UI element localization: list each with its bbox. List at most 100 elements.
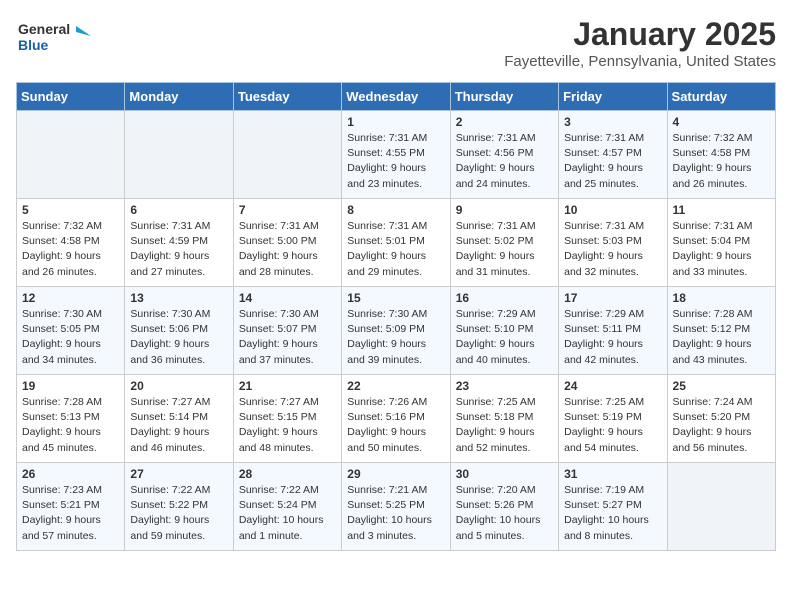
calendar-cell: 21 Sunrise: 7:27 AM Sunset: 5:15 PM Dayli… bbox=[233, 375, 341, 463]
day-number: 3 bbox=[564, 115, 661, 129]
calendar-cell: 17 Sunrise: 7:29 AM Sunset: 5:11 PM Dayli… bbox=[559, 287, 667, 375]
day-info: Sunrise: 7:31 AM Sunset: 5:01 PM Dayligh… bbox=[347, 219, 444, 280]
calendar-cell: 11 Sunrise: 7:31 AM Sunset: 5:04 PM Dayli… bbox=[667, 199, 775, 287]
day-number: 2 bbox=[456, 115, 553, 129]
logo-icon: GeneralBlue bbox=[16, 16, 96, 56]
calendar-cell: 12 Sunrise: 7:30 AM Sunset: 5:05 PM Dayli… bbox=[17, 287, 125, 375]
svg-text:General: General bbox=[18, 21, 70, 37]
calendar-week-row: 19 Sunrise: 7:28 AM Sunset: 5:13 PM Dayli… bbox=[17, 375, 776, 463]
title-block: January 2025 Fayetteville, Pennsylvania,… bbox=[504, 16, 776, 70]
calendar-cell: 9 Sunrise: 7:31 AM Sunset: 5:02 PM Daylig… bbox=[450, 199, 558, 287]
calendar-cell: 18 Sunrise: 7:28 AM Sunset: 5:12 PM Dayli… bbox=[667, 287, 775, 375]
day-number: 24 bbox=[564, 379, 661, 393]
day-info: Sunrise: 7:29 AM Sunset: 5:10 PM Dayligh… bbox=[456, 307, 553, 368]
day-info: Sunrise: 7:29 AM Sunset: 5:11 PM Dayligh… bbox=[564, 307, 661, 368]
day-info: Sunrise: 7:28 AM Sunset: 5:13 PM Dayligh… bbox=[22, 395, 119, 456]
calendar-cell: 31Sunrise: 7:19 AM Sunset: 5:27 PM Dayli… bbox=[559, 463, 667, 551]
weekday-header: Tuesday bbox=[233, 83, 341, 111]
day-info: Sunrise: 7:19 AM Sunset: 5:27 PM Dayligh… bbox=[564, 483, 661, 544]
day-info: Sunrise: 7:31 AM Sunset: 4:56 PM Dayligh… bbox=[456, 131, 553, 192]
calendar-cell: 1 Sunrise: 7:31 AM Sunset: 4:55 PM Daylig… bbox=[342, 111, 450, 199]
day-info: Sunrise: 7:23 AM Sunset: 5:21 PM Dayligh… bbox=[22, 483, 119, 544]
day-number: 13 bbox=[130, 291, 227, 305]
calendar-cell bbox=[667, 463, 775, 551]
calendar-cell: 8 Sunrise: 7:31 AM Sunset: 5:01 PM Daylig… bbox=[342, 199, 450, 287]
day-number: 12 bbox=[22, 291, 119, 305]
month-title: January 2025 bbox=[504, 16, 776, 53]
day-info: Sunrise: 7:27 AM Sunset: 5:15 PM Dayligh… bbox=[239, 395, 336, 456]
calendar-cell: 26Sunrise: 7:23 AM Sunset: 5:21 PM Dayli… bbox=[17, 463, 125, 551]
day-number: 25 bbox=[673, 379, 770, 393]
day-number: 10 bbox=[564, 203, 661, 217]
day-info: Sunrise: 7:30 AM Sunset: 5:05 PM Dayligh… bbox=[22, 307, 119, 368]
weekday-header: Wednesday bbox=[342, 83, 450, 111]
weekday-header: Friday bbox=[559, 83, 667, 111]
day-number: 23 bbox=[456, 379, 553, 393]
calendar-cell: 13 Sunrise: 7:30 AM Sunset: 5:06 PM Dayli… bbox=[125, 287, 233, 375]
calendar-cell: 16Sunrise: 7:29 AM Sunset: 5:10 PM Dayli… bbox=[450, 287, 558, 375]
calendar-cell: 19 Sunrise: 7:28 AM Sunset: 5:13 PM Dayli… bbox=[17, 375, 125, 463]
day-number: 30 bbox=[456, 467, 553, 481]
day-number: 27 bbox=[130, 467, 227, 481]
location-subtitle: Fayetteville, Pennsylvania, United State… bbox=[504, 53, 776, 70]
day-info: Sunrise: 7:21 AM Sunset: 5:25 PM Dayligh… bbox=[347, 483, 444, 544]
day-number: 7 bbox=[239, 203, 336, 217]
day-number: 19 bbox=[22, 379, 119, 393]
calendar-cell: 27Sunrise: 7:22 AM Sunset: 5:22 PM Dayli… bbox=[125, 463, 233, 551]
day-number: 28 bbox=[239, 467, 336, 481]
day-info: Sunrise: 7:25 AM Sunset: 5:18 PM Dayligh… bbox=[456, 395, 553, 456]
calendar-cell: 15Sunrise: 7:30 AM Sunset: 5:09 PM Dayli… bbox=[342, 287, 450, 375]
calendar-table: SundayMondayTuesdayWednesdayThursdayFrid… bbox=[16, 82, 776, 551]
day-info: Sunrise: 7:27 AM Sunset: 5:14 PM Dayligh… bbox=[130, 395, 227, 456]
day-info: Sunrise: 7:30 AM Sunset: 5:09 PM Dayligh… bbox=[347, 307, 444, 368]
day-number: 22 bbox=[347, 379, 444, 393]
calendar-cell: 30 Sunrise: 7:20 AM Sunset: 5:26 PM Dayli… bbox=[450, 463, 558, 551]
calendar-cell: 2 Sunrise: 7:31 AM Sunset: 4:56 PM Daylig… bbox=[450, 111, 558, 199]
day-number: 21 bbox=[239, 379, 336, 393]
day-info: Sunrise: 7:30 AM Sunset: 5:07 PM Dayligh… bbox=[239, 307, 336, 368]
day-info: Sunrise: 7:28 AM Sunset: 5:12 PM Dayligh… bbox=[673, 307, 770, 368]
calendar-cell bbox=[233, 111, 341, 199]
day-info: Sunrise: 7:31 AM Sunset: 4:55 PM Dayligh… bbox=[347, 131, 444, 192]
day-number: 11 bbox=[673, 203, 770, 217]
weekday-header: Saturday bbox=[667, 83, 775, 111]
calendar-cell: 20Sunrise: 7:27 AM Sunset: 5:14 PM Dayli… bbox=[125, 375, 233, 463]
day-info: Sunrise: 7:20 AM Sunset: 5:26 PM Dayligh… bbox=[456, 483, 553, 544]
day-info: Sunrise: 7:31 AM Sunset: 5:03 PM Dayligh… bbox=[564, 219, 661, 280]
weekday-header: Monday bbox=[125, 83, 233, 111]
calendar-cell: 24 Sunrise: 7:25 AM Sunset: 5:19 PM Dayli… bbox=[559, 375, 667, 463]
day-info: Sunrise: 7:31 AM Sunset: 4:59 PM Dayligh… bbox=[130, 219, 227, 280]
day-info: Sunrise: 7:32 AM Sunset: 4:58 PM Dayligh… bbox=[673, 131, 770, 192]
calendar-week-row: 12 Sunrise: 7:30 AM Sunset: 5:05 PM Dayli… bbox=[17, 287, 776, 375]
day-number: 8 bbox=[347, 203, 444, 217]
day-info: Sunrise: 7:32 AM Sunset: 4:58 PM Dayligh… bbox=[22, 219, 119, 280]
day-number: 9 bbox=[456, 203, 553, 217]
day-number: 18 bbox=[673, 291, 770, 305]
day-number: 4 bbox=[673, 115, 770, 129]
calendar-week-row: 26Sunrise: 7:23 AM Sunset: 5:21 PM Dayli… bbox=[17, 463, 776, 551]
calendar-cell bbox=[125, 111, 233, 199]
page-header: GeneralBlue January 2025 Fayetteville, P… bbox=[16, 16, 776, 70]
day-info: Sunrise: 7:30 AM Sunset: 5:06 PM Dayligh… bbox=[130, 307, 227, 368]
calendar-cell: 6 Sunrise: 7:31 AM Sunset: 4:59 PM Daylig… bbox=[125, 199, 233, 287]
svg-text:Blue: Blue bbox=[18, 37, 49, 53]
day-number: 5 bbox=[22, 203, 119, 217]
day-info: Sunrise: 7:22 AM Sunset: 5:24 PM Dayligh… bbox=[239, 483, 336, 544]
calendar-cell: 7Sunrise: 7:31 AM Sunset: 5:00 PM Daylig… bbox=[233, 199, 341, 287]
calendar-cell: 10 Sunrise: 7:31 AM Sunset: 5:03 PM Dayli… bbox=[559, 199, 667, 287]
day-info: Sunrise: 7:26 AM Sunset: 5:16 PM Dayligh… bbox=[347, 395, 444, 456]
day-number: 17 bbox=[564, 291, 661, 305]
weekday-header-row: SundayMondayTuesdayWednesdayThursdayFrid… bbox=[17, 83, 776, 111]
day-number: 1 bbox=[347, 115, 444, 129]
day-number: 29 bbox=[347, 467, 444, 481]
calendar-cell: 23 Sunrise: 7:25 AM Sunset: 5:18 PM Dayli… bbox=[450, 375, 558, 463]
calendar-cell: 5 Sunrise: 7:32 AM Sunset: 4:58 PM Daylig… bbox=[17, 199, 125, 287]
day-info: Sunrise: 7:31 AM Sunset: 5:02 PM Dayligh… bbox=[456, 219, 553, 280]
day-info: Sunrise: 7:31 AM Sunset: 5:04 PM Dayligh… bbox=[673, 219, 770, 280]
day-number: 6 bbox=[130, 203, 227, 217]
calendar-cell: 28 Sunrise: 7:22 AM Sunset: 5:24 PM Dayli… bbox=[233, 463, 341, 551]
calendar-week-row: 1 Sunrise: 7:31 AM Sunset: 4:55 PM Daylig… bbox=[17, 111, 776, 199]
weekday-header: Sunday bbox=[17, 83, 125, 111]
day-info: Sunrise: 7:25 AM Sunset: 5:19 PM Dayligh… bbox=[564, 395, 661, 456]
calendar-cell: 3Sunrise: 7:31 AM Sunset: 4:57 PM Daylig… bbox=[559, 111, 667, 199]
